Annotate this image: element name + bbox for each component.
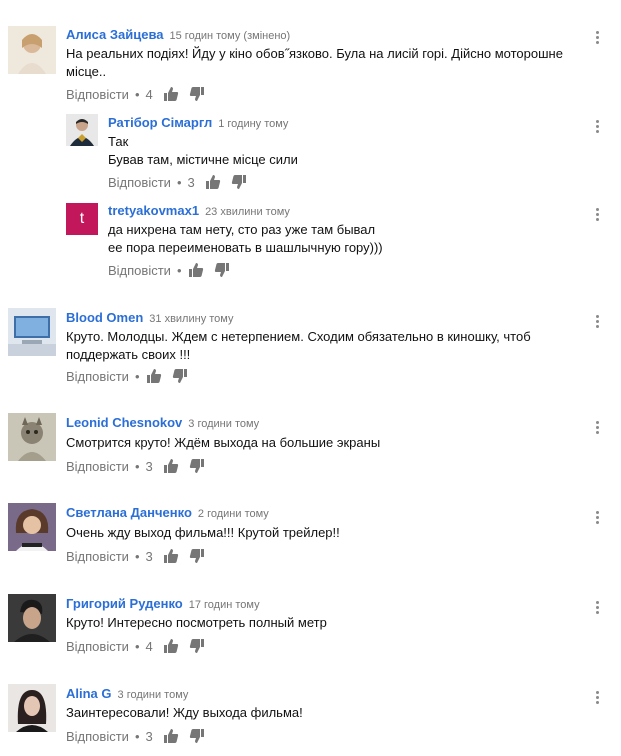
thumbs-down-icon[interactable]: [189, 548, 205, 564]
comment-author[interactable]: Ратібор Сімаргл: [108, 115, 212, 130]
comment-time[interactable]: 2 години тому: [198, 508, 269, 520]
like-count: 3: [145, 728, 153, 744]
like-count: 3: [145, 458, 153, 474]
comment-author[interactable]: Алиса Зайцева: [66, 27, 164, 42]
separator: •: [134, 728, 140, 744]
reply-button[interactable]: Відповісти: [66, 639, 129, 654]
like-count: 4: [145, 638, 153, 654]
comment-menu-button[interactable]: [594, 421, 600, 434]
avatar[interactable]: [8, 684, 56, 732]
separator: •: [134, 458, 140, 474]
like-count: 4: [145, 86, 153, 102]
thumbs-up-icon[interactable]: [205, 174, 221, 190]
comment-time[interactable]: 15 годин тому (змінено): [170, 30, 291, 42]
comment-text: да нихрена там нету, сто раз уже там быв…: [108, 222, 383, 255]
avatar[interactable]: [8, 308, 56, 356]
thumbs-up-icon[interactable]: [188, 262, 204, 278]
comment-text: Заинтересовали! Жду выхода фильма!: [66, 705, 303, 720]
comment-menu-button[interactable]: [594, 120, 600, 133]
comment-text: Смотрится круто! Ждём выхода на большие …: [66, 435, 381, 450]
reply-button[interactable]: Відповісти: [66, 729, 129, 744]
comment-author[interactable]: Blood Omen: [66, 310, 143, 325]
thumbs-down-icon[interactable]: [189, 728, 205, 744]
separator: •: [134, 86, 140, 102]
comment-time[interactable]: 1 годину тому: [218, 118, 288, 130]
reply-button[interactable]: Відповісти: [66, 459, 129, 474]
comment-text: Круто. Молодцы. Ждем с нетерпением. Сход…: [66, 329, 531, 362]
comment-text: На реальних подіях! Йду у кіно обов˝язко…: [66, 46, 563, 79]
reply-button[interactable]: Відповісти: [66, 369, 129, 384]
thumbs-up-icon[interactable]: [163, 86, 179, 102]
reply-button[interactable]: Відповісти: [66, 549, 129, 564]
thumbs-down-icon[interactable]: [189, 638, 205, 654]
avatar[interactable]: [66, 114, 98, 146]
comment-text: Так Бував там, містичне місце сили: [108, 134, 298, 167]
comment-text: Очень жду выход фильма!!! Крутой трейлер…: [66, 525, 340, 540]
avatar-letter: t: [79, 210, 85, 227]
like-count: 3: [145, 548, 153, 564]
avatar[interactable]: [8, 413, 56, 461]
reply-button[interactable]: Відповісти: [108, 175, 171, 190]
thumbs-up-icon[interactable]: [146, 368, 162, 384]
avatar[interactable]: [8, 503, 56, 551]
reply-button[interactable]: Відповісти: [66, 87, 129, 102]
thumbs-up-icon[interactable]: [163, 458, 179, 474]
thumbs-up-icon[interactable]: [163, 548, 179, 564]
comment-menu-button[interactable]: [594, 691, 600, 704]
thumbs-up-icon[interactable]: [163, 728, 179, 744]
thumbs-down-icon[interactable]: [214, 262, 230, 278]
comment-menu-button[interactable]: [594, 601, 600, 614]
thumbs-down-icon[interactable]: [189, 86, 205, 102]
comment-author[interactable]: tretyakovmax1: [108, 203, 199, 218]
avatar[interactable]: t: [66, 203, 98, 235]
separator: •: [134, 638, 140, 654]
comment-menu-button[interactable]: [594, 31, 600, 44]
avatar[interactable]: [8, 594, 56, 642]
comment-text: Круто! Интересно посмотреть полный метр: [66, 615, 327, 630]
avatar[interactable]: [8, 26, 56, 74]
comment-author[interactable]: Alina G: [66, 686, 112, 701]
comment-menu-button[interactable]: [594, 315, 600, 328]
comment-time[interactable]: 23 хвилини тому: [205, 206, 290, 218]
comment-author[interactable]: Leonid Chesnokov: [66, 415, 182, 430]
comment-menu-button[interactable]: [594, 208, 600, 221]
comment-time[interactable]: 3 години тому: [188, 418, 259, 430]
thumbs-down-icon[interactable]: [231, 174, 247, 190]
comment-time[interactable]: 3 години тому: [118, 689, 189, 701]
separator: •: [176, 174, 182, 190]
comment-author[interactable]: Светлана Данченко: [66, 505, 192, 520]
separator: •: [134, 548, 140, 564]
reply-button[interactable]: Відповісти: [108, 263, 171, 278]
thumbs-up-icon[interactable]: [163, 638, 179, 654]
comment-author[interactable]: Григорий Руденко: [66, 596, 183, 611]
comment-menu-button[interactable]: [594, 511, 600, 524]
comment-time[interactable]: 31 хвилину тому: [149, 313, 233, 325]
separator: •: [176, 262, 182, 278]
like-count: 3: [187, 174, 195, 190]
thumbs-down-icon[interactable]: [172, 368, 188, 384]
comment-time[interactable]: 17 годин тому: [189, 599, 260, 611]
separator: •: [134, 368, 140, 384]
thumbs-down-icon[interactable]: [189, 458, 205, 474]
